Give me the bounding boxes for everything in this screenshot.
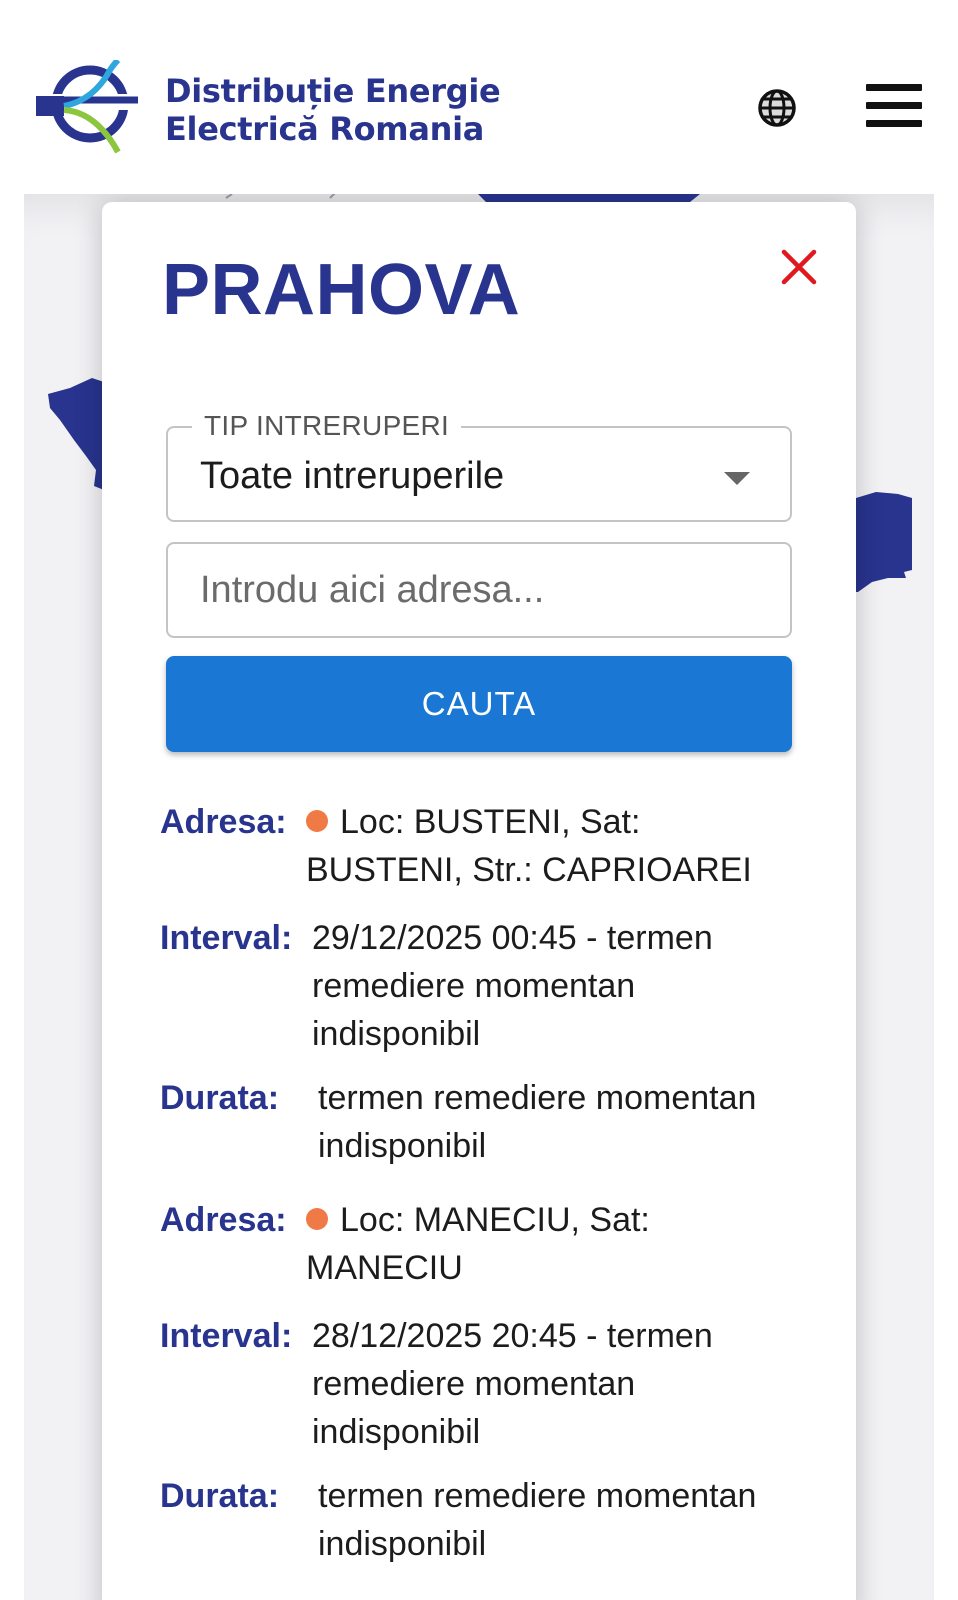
hamburger-menu-icon[interactable]	[866, 84, 922, 128]
duration-label: Durata:	[160, 1477, 280, 1515]
result-interval-row: Interval: 28/12/2025 20:45 - termen reme…	[160, 1312, 800, 1472]
address-value: Loc: MANECIU, Sat: MANECIU	[306, 1196, 706, 1292]
map-region-left[interactable]	[48, 378, 104, 490]
address-label: Adresa:	[160, 803, 287, 841]
map-region-top[interactable]	[478, 194, 700, 202]
duration-value: termen remediere momentan indisponibil	[318, 1079, 757, 1165]
county-title: PRAHOVA	[162, 250, 521, 330]
map-region-right[interactable]	[856, 492, 912, 592]
menu-bar	[866, 102, 922, 109]
brand-logo-icon[interactable]	[34, 57, 140, 160]
menu-bar	[866, 120, 922, 127]
duration-label: Durata:	[160, 1079, 280, 1117]
search-button[interactable]: CAUTA	[166, 656, 792, 752]
result-address-row: Adresa: Loc: BUSTENI, Sat: BUSTENI, Str.…	[160, 798, 800, 906]
result-interval-row: Interval: 29/12/2025 00:45 - termen reme…	[160, 914, 800, 1074]
address-label: Adresa:	[160, 1201, 287, 1239]
interval-label: Interval:	[160, 1317, 293, 1355]
globe-icon[interactable]	[757, 88, 797, 128]
menu-bar	[866, 84, 922, 91]
interval-value: 28/12/2025 20:45 - termen remediere mome…	[312, 1317, 713, 1451]
result-address-row: Adresa: Loc: MANECIU, Sat: MANECIU	[160, 1196, 800, 1304]
brand-line-2: Electrică Romania	[165, 110, 485, 148]
brand-name[interactable]: Distribuție Energie Electrică Romania	[165, 72, 501, 148]
result-duration-row: Durata: termen remediere momentan indisp…	[160, 1074, 800, 1180]
site-header: Distribuție Energie Electrică Romania	[0, 0, 958, 194]
address-search-input[interactable]	[166, 542, 792, 638]
address-value: Loc: BUSTENI, Sat: BUSTENI, Str.: CAPRIO…	[306, 798, 800, 894]
outage-results-list: Adresa: Loc: BUSTENI, Sat: BUSTENI, Str.…	[160, 798, 800, 1578]
close-icon[interactable]	[778, 246, 820, 288]
outage-type-select[interactable]: TIP INTRERUPERI Toate intreruperile	[166, 410, 792, 522]
outage-type-value: Toate intreruperile	[200, 455, 505, 497]
status-dot-icon	[306, 810, 328, 832]
duration-value: termen remediere momentan indisponibil	[318, 1477, 757, 1563]
status-dot-icon	[306, 1208, 328, 1230]
result-duration-row: Durata: termen remediere momentan indisp…	[160, 1472, 800, 1578]
interval-value: 29/12/2025 00:45 - termen remediere mome…	[312, 919, 713, 1053]
page: Distribuție Energie Electrică Romania PR…	[0, 0, 958, 1600]
address-text: Loc: MANECIU, Sat: MANECIU	[306, 1201, 650, 1287]
address-text: Loc: BUSTENI, Sat: BUSTENI, Str.: CAPRIO…	[306, 803, 752, 889]
county-outage-panel: PRAHOVA TIP INTRERUPERI Toate intreruper…	[102, 202, 856, 1600]
brand-line-1: Distribuție Energie	[165, 72, 501, 110]
interval-label: Interval:	[160, 919, 293, 957]
outage-type-label: TIP INTRERUPERI	[192, 410, 462, 442]
chevron-down-icon[interactable]	[724, 472, 750, 485]
